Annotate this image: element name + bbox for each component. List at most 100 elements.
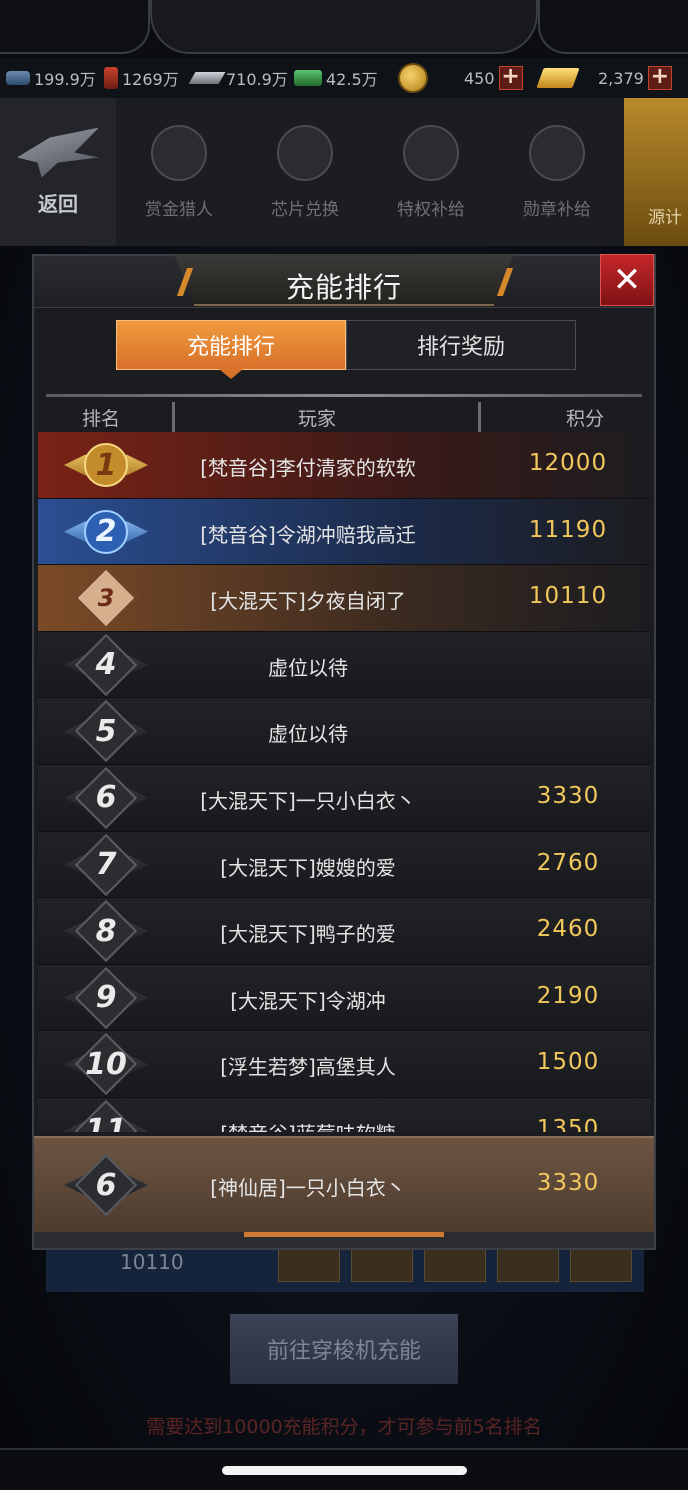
medal-icon [529,124,585,181]
dialog-bottom-bar [34,1232,654,1248]
rank-badge-icon: 8 [64,900,148,963]
player-name: [大混天下]夕夜自闭了 [210,589,406,614]
nav-item-label: 源计 [648,208,682,228]
player-score: 1350 [536,1115,600,1132]
rank-badge-icon: 5 [64,700,148,763]
column-rank: 排名 [82,408,121,430]
player-name: [大混天下]嫂嫂的爱 [220,855,396,880]
table-row: 3 [大混天下]夕夜自闭了 10110 [38,565,650,632]
my-rank-row: 6 [神仙居]一只小白衣丶 3330 [34,1136,654,1232]
nav-item-label: 赏金猎人 [145,199,213,220]
nav-strip: 返回 赏金猎人 芯片兑换 特权补给 勋章补给 源计 [0,98,688,246]
resource-steel: 710.9万 [188,66,288,90]
player-score: 2460 [536,916,600,943]
close-icon: ✕ [612,260,642,300]
nav-item-label: 勋章补给 [523,199,591,220]
ranking-list[interactable]: 1 [梵音谷]李付清家的软软 12000 2 [梵音谷]令湖冲赔我高迁 1119… [38,432,650,1132]
table-row: 4 虚位以待 [38,631,650,699]
resource-value: 42.5万 [326,70,378,89]
resource-value: 1269万 [122,70,179,89]
home-indicator[interactable] [222,1466,467,1475]
tab-charge-ranking[interactable]: 充能排行 [116,320,346,379]
table-row: 2 [梵音谷]令湖冲赔我高迁 11190 [38,498,650,566]
my-player-score: 3330 [536,1170,600,1196]
resource-value: 450 [464,68,495,88]
player-name: [梵音谷]李付清家的软软 [200,456,416,480]
player-name: [大混天下]一只小白衣丶 [200,788,416,813]
player-score: 11190 [528,516,608,543]
crystal-icon [6,71,30,85]
table-row: 5 虚位以待 [38,698,650,765]
table-row: 1 [梵音谷]李付清家的软软 12000 [38,432,650,499]
rank-badge-icon: 9 [64,966,148,1029]
background-score: 10110 [120,1250,184,1274]
column-score: 积分 [566,408,605,430]
column-player: 玩家 [298,408,337,430]
player-score: 12000 [528,450,608,476]
player-score: 1500 [536,1049,600,1076]
hint-text: 需要达到10000充能积分，才可参与前5名排名 [146,1416,542,1438]
gold-bar-icon [536,68,580,88]
column-divider [172,402,175,432]
divider [46,394,642,397]
resource-value: 2,379 [598,68,644,88]
resource-crystal: 199.9万 [6,66,96,90]
resource-gold-value: 2,379 + [598,66,672,90]
coin-stack-icon [151,124,207,181]
cash-icon [294,70,322,86]
table-row: 9 [大混天下]令湖冲 2190 [38,964,650,1032]
back-label: 返回 [38,191,78,216]
steel-icon [188,72,226,84]
chest-icon [403,124,459,181]
player-score: 3330 [536,782,600,809]
nav-item-chip-exchange[interactable]: 芯片兑换 [242,98,368,246]
frame-notch [150,0,538,54]
nav-item-bounty-hunter[interactable]: 赏金猎人 [116,98,242,246]
rank-badge-icon: 4 [64,633,148,696]
nav-item-active[interactable]: 源计 [624,98,688,246]
add-gold-button[interactable]: + [647,66,672,90]
ranking-dialog: 充能排行 ✕ 充能排行 排行奖励 排名 玩家 积分 1 [梵音谷]李付清家的软软… [32,254,656,1250]
nav-item-label: 芯片兑换 [271,199,339,220]
column-headers: 排名 玩家 积分 [46,402,642,432]
resource-gold [536,68,580,88]
player-score: 10110 [528,583,608,610]
rank-2-badge-icon: 2 [64,505,148,559]
table-row: 10 [浮生若梦]高堡其人 1500 [38,1031,650,1098]
player-name: [浮生若梦]高堡其人 [220,1055,396,1080]
table-row: 8 [大混天下]鸭子的爱 2460 [38,898,650,965]
player-score: 2760 [536,849,600,876]
chip-icon [277,124,333,181]
back-button[interactable]: 返回 [0,98,116,246]
nav-item-medal-supply[interactable]: 勋章补给 [494,98,620,246]
table-row: 11 [梵音谷]蓝莓味软糖 1350 [38,1097,650,1132]
dialog-title: 充能排行 [285,271,402,304]
rank-3-badge-icon: 3 [64,567,148,630]
player-name: [大混天下]鸭子的爱 [220,922,396,947]
rank-badge-icon: 10 [64,1033,148,1096]
tab-ranking-rewards[interactable]: 排行奖励 [346,320,576,370]
player-name: [大混天下]令湖冲 [230,988,386,1013]
frame-corner-left [0,0,150,54]
close-button[interactable]: ✕ [600,254,654,306]
my-player-name: [神仙居]一只小白衣丶 [210,1176,406,1200]
player-name: [梵音谷]令湖冲赔我高迁 [200,522,416,547]
oil-icon [104,67,118,89]
column-divider [478,402,481,432]
go-charge-button[interactable]: 前往穿梭机充能 [230,1314,458,1384]
rank-1-badge-icon: 1 [64,438,148,492]
rank-badge-icon: 7 [64,833,148,896]
player-name: 虚位以待 [268,722,348,747]
resource-value: 199.9万 [34,70,96,89]
player-name: [梵音谷]蓝莓味软糖 [158,1118,458,1132]
tab-bar: 充能排行 排行奖励 [116,320,576,379]
resource-cash: 42.5万 [294,66,378,90]
nav-item-privilege-supply[interactable]: 特权补给 [368,98,494,246]
table-row: 7 [大混天下]嫂嫂的爱 2760 [38,831,650,899]
player-score: 2190 [536,982,600,1009]
table-row: 6 [大混天下]一只小白衣丶 3330 [38,764,650,832]
frame-corner-right [538,0,688,54]
add-coin-button[interactable]: + [498,66,523,90]
rank-badge-icon: 6 [64,766,148,830]
rank-badge-icon: 11 [64,1099,148,1132]
